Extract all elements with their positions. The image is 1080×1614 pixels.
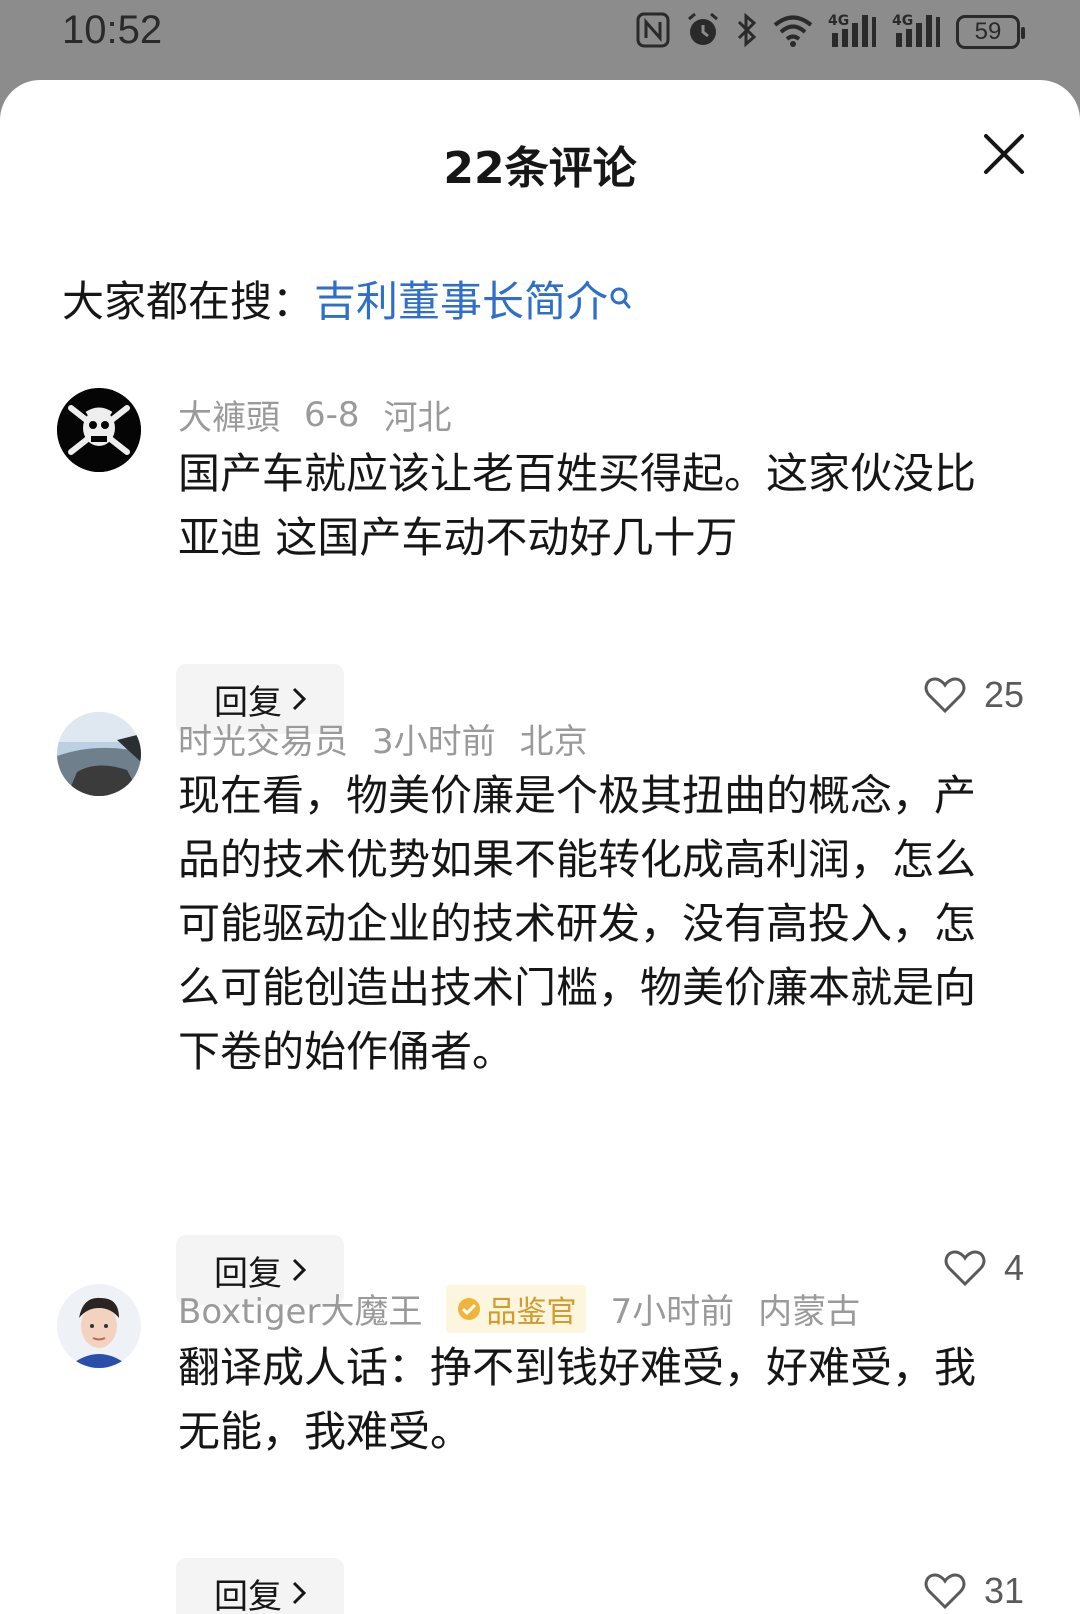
like-count: 25 [983, 674, 1024, 715]
avatar[interactable] [57, 388, 141, 472]
trending-search-prefix: 大家都在搜： [62, 277, 315, 326]
bluetooth-icon [736, 12, 758, 52]
svg-text:4G: 4G [892, 13, 913, 29]
battery-level: 59 [974, 18, 1002, 45]
search-icon[interactable] [610, 272, 632, 321]
comment-meta: Boxtiger大魔王 品鉴官 7小时前 内蒙古 [178, 1284, 860, 1333]
status-icons: 4G 4G 59 [636, 11, 1025, 53]
comments-sheet: 22条评论 大家都在搜：吉利董事长简介 大褲頭 6-8 河北 国产车就应该让老百… [0, 80, 1080, 1614]
heart-icon [924, 677, 966, 714]
reviewer-badge: 品鉴官 [446, 1284, 587, 1333]
comment-meta: 时光交易员 3小时前 北京 [178, 714, 588, 763]
comment-username[interactable]: Boxtiger大魔王 [178, 1284, 422, 1333]
signal-4g-icon: 4G [892, 11, 942, 53]
comment-text: 国产车就应该让老百姓买得起。这家伙没比亚迪 这国产车动不动好几十万 [178, 449, 977, 562]
reply-button[interactable]: 回复 [176, 1558, 344, 1614]
verified-icon [458, 1297, 481, 1320]
badge-label: 品鉴官 [486, 1294, 577, 1330]
comment-time: 7小时前 [610, 1292, 735, 1332]
like-button[interactable]: 4 [944, 1247, 1024, 1289]
comment-time: 6-8 [304, 394, 360, 435]
avatar[interactable] [57, 1284, 141, 1368]
like-button[interactable]: 31 [924, 1570, 1024, 1612]
comment-location: 内蒙古 [758, 1292, 861, 1332]
alarm-icon [684, 11, 722, 53]
heart-icon [924, 1573, 966, 1610]
status-bar: 10:52 4G 4G 59 [0, 0, 1080, 80]
trending-search: 大家都在搜：吉利董事长简介 [62, 268, 632, 329]
status-time: 10:52 [62, 8, 163, 52]
close-icon[interactable] [982, 132, 1026, 176]
comment-username[interactable]: 大褲頭 [178, 390, 280, 439]
comment-location: 河北 [383, 398, 452, 438]
chevron-right-icon [292, 1581, 306, 1605]
like-count: 4 [1003, 1247, 1024, 1288]
reply-label: 回复 [214, 1576, 282, 1614]
nfc-icon [636, 12, 670, 52]
heart-icon [944, 1250, 986, 1287]
comment-username[interactable]: 时光交易员 [178, 714, 348, 763]
comment-text: 现在看，物美价廉是个极其扭曲的概念，产品的技术优势如果不能转化成高利润，怎么可能… [178, 771, 977, 1076]
like-count: 31 [983, 1570, 1024, 1611]
avatar[interactable] [57, 712, 141, 796]
chevron-right-icon [292, 1258, 306, 1282]
battery-icon: 59 [956, 15, 1025, 49]
sheet-title: 22条评论 [443, 143, 637, 194]
svg-text:4G: 4G [828, 13, 849, 29]
signal-4g-icon: 4G [828, 11, 878, 53]
comment-location: 北京 [519, 722, 588, 762]
comment-meta: 大褲頭 6-8 河北 [178, 390, 452, 439]
comment-time: 3小时前 [372, 722, 496, 762]
chevron-right-icon [292, 687, 306, 711]
wifi-icon [772, 13, 814, 51]
trending-search-link[interactable]: 吉利董事长简介 [314, 277, 608, 326]
like-button[interactable]: 25 [924, 674, 1024, 716]
comment-text: 翻译成人话：挣不到钱好难受，好难受，我无能，我难受。 [178, 1343, 977, 1456]
